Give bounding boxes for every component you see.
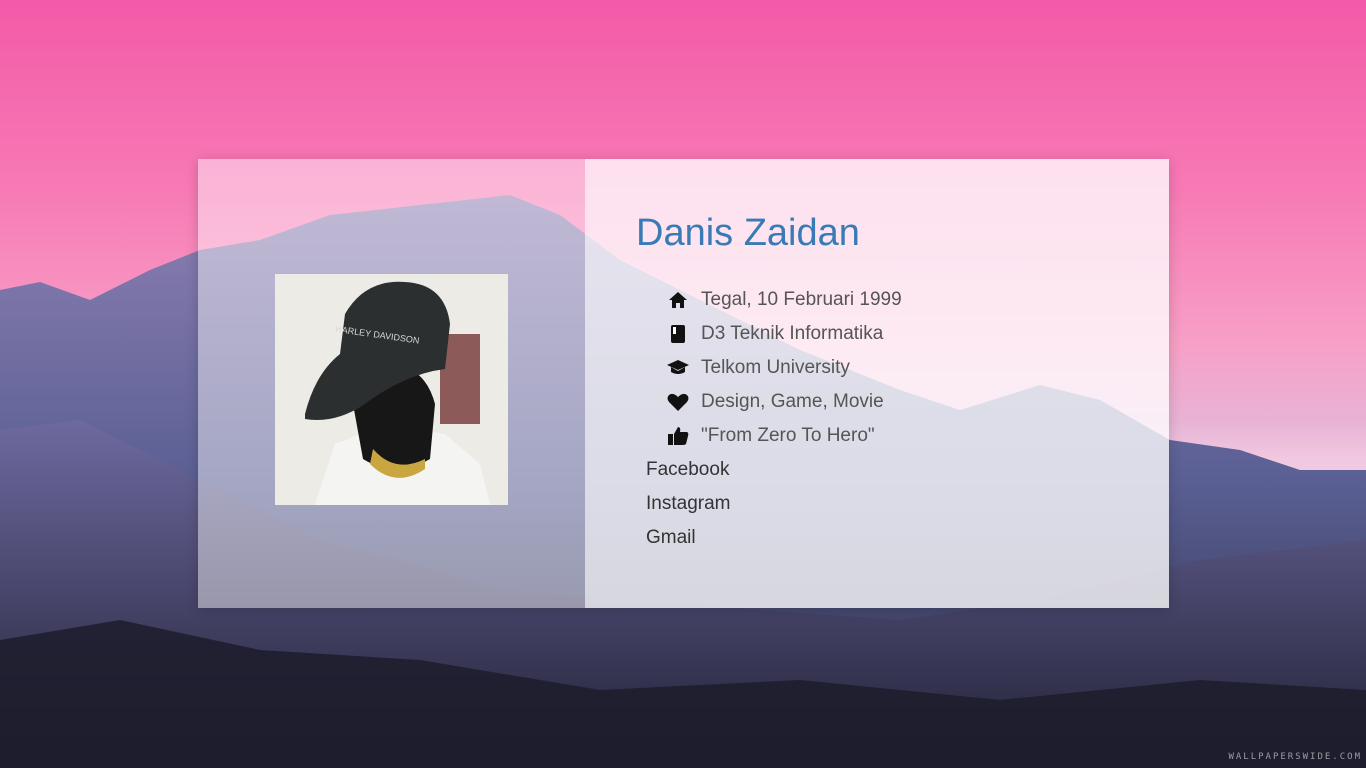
info-list: Tegal, 10 Februari 1999 D3 Teknik Inform… xyxy=(665,283,902,453)
info-text: Tegal, 10 Februari 1999 xyxy=(701,289,902,310)
social-links: Facebook Instagram Gmail xyxy=(646,453,730,555)
gmail-link[interactable]: Gmail xyxy=(646,521,730,555)
info-text: Telkom University xyxy=(701,357,850,378)
profile-name: Danis Zaidan xyxy=(636,212,860,254)
info-item-study: D3 Teknik Informatika xyxy=(665,317,902,351)
profile-photo-panel: HARLEY DAVIDSON xyxy=(198,159,585,608)
info-text: D3 Teknik Informatika xyxy=(701,323,884,344)
info-text: Design, Game, Movie xyxy=(701,391,884,412)
info-item-hobby: Design, Game, Movie xyxy=(665,385,902,419)
profile-photo: HARLEY DAVIDSON xyxy=(275,274,508,505)
home-icon xyxy=(665,289,691,311)
thumbs-up-icon xyxy=(665,425,691,447)
info-item-birth: Tegal, 10 Februari 1999 xyxy=(665,283,902,317)
profile-card: HARLEY DAVIDSON Danis Zaidan Tegal, 10 F… xyxy=(198,159,1169,608)
graduation-cap-icon xyxy=(665,357,691,379)
profile-info-panel: Danis Zaidan Tegal, 10 Februari 1999 D3 … xyxy=(585,159,1169,608)
info-item-university: Telkom University xyxy=(665,351,902,385)
heart-icon xyxy=(665,391,691,413)
info-text: "From Zero To Hero" xyxy=(701,425,875,446)
info-item-motto: "From Zero To Hero" xyxy=(665,419,902,453)
book-icon xyxy=(665,323,691,345)
wallpaper-watermark: WALLPAPERSWIDE.COM xyxy=(1228,752,1362,762)
instagram-link[interactable]: Instagram xyxy=(646,487,730,521)
facebook-link[interactable]: Facebook xyxy=(646,453,730,487)
